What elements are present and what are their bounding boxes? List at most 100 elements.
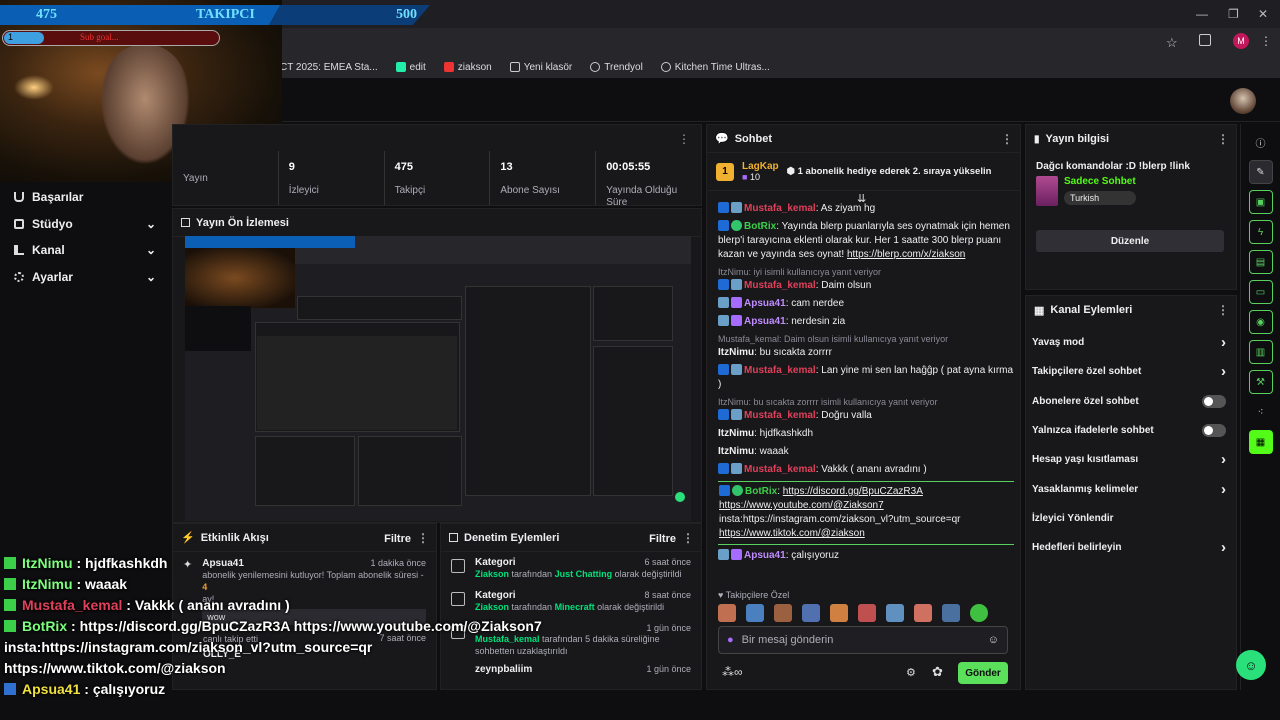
lightning-icon: ⚡ [181, 532, 195, 544]
chat-username[interactable]: BotRix [745, 486, 777, 497]
chat-link[interactable]: https://www.youtube.com/@Ziakson7 [719, 500, 884, 511]
layout-icon[interactable]: ▥ [1248, 340, 1273, 364]
goal-target: 500 [396, 7, 417, 22]
chat-username[interactable]: Mustafa_kemal [744, 203, 816, 214]
user-avatar[interactable] [1230, 88, 1256, 114]
overlay-text: waaak [85, 576, 128, 592]
extensions-icon[interactable] [1199, 34, 1211, 46]
chat-link[interactable]: https://blerp.com/x/ziakson [847, 249, 965, 260]
stats-menu-icon[interactable]: ⋮ [678, 132, 690, 146]
emote[interactable] [802, 604, 820, 622]
chat-link[interactable]: https://discord.gg/BpuCZazR3A [783, 486, 923, 497]
chat-username[interactable]: Apsua41 [744, 316, 786, 327]
chat-username[interactable]: Mustafa_kemal [744, 365, 816, 376]
activity-filter-button[interactable]: Filtre [384, 533, 411, 545]
panel-title: Yayın bilgisi [1045, 133, 1110, 145]
channel-action-item[interactable]: Yasaklanmış kelimeler › [1026, 474, 1236, 503]
chat-username[interactable]: Apsua41 [744, 550, 786, 561]
bookmark-item[interactable]: Trendyol [590, 62, 643, 73]
chevron-down-icon: ⌄ [145, 269, 156, 284]
chat-menu-icon[interactable]: ⋮ [1001, 132, 1013, 146]
clapper-icon[interactable]: ▦ [1248, 430, 1273, 454]
emote[interactable] [886, 604, 904, 622]
mic-icon[interactable]: ● [727, 634, 734, 646]
sidebar-item-channel[interactable]: Kanal ⌄ [0, 237, 170, 264]
chat-username[interactable]: Mustafa_kemal [744, 464, 816, 475]
stream-preview-video[interactable] [185, 236, 691, 521]
toggle-switch[interactable] [1202, 394, 1226, 408]
sword-badge-icon [718, 297, 729, 308]
grid-icon[interactable]: ▣ [1248, 190, 1273, 214]
emote[interactable] [858, 604, 876, 622]
stream-category[interactable]: Sadece Sohbet [1064, 176, 1136, 187]
pencil-icon[interactable]: ✎ [1248, 160, 1273, 184]
panel-title: Sohbet [734, 132, 772, 145]
sidebar-item-achievements[interactable]: Başarılar [0, 184, 170, 211]
broadcast-icon[interactable]: ◉ [1248, 310, 1273, 334]
points-icon[interactable]: ⁂∞ [722, 665, 743, 679]
stat-label: Takipçi [394, 185, 426, 196]
activity-menu-icon[interactable]: ⋮ [417, 531, 429, 545]
sidebar-item-studio[interactable]: Stüdyo ⌄ [0, 211, 170, 238]
toggle-switch[interactable] [1202, 424, 1226, 438]
maximize-button[interactable]: ❐ [1228, 7, 1239, 21]
wrench-icon[interactable]: ⚒ [1248, 370, 1273, 394]
emote[interactable] [746, 604, 764, 622]
bookmark-item[interactable]: CT 2025: EMEA Sta... [280, 62, 378, 73]
channel-action-item[interactable]: Yalnızca ifadelerle sohbet [1026, 416, 1236, 445]
chat-link[interactable]: https://www.tiktok.com/@ziakson [719, 528, 865, 539]
stat-followers: 475 Takipçi [385, 151, 491, 205]
chat-username[interactable]: ItzNimu [718, 446, 754, 457]
sword-badge-icon [731, 279, 742, 290]
channel-actions-menu-icon[interactable]: ⋮ [1217, 303, 1229, 317]
chat-username[interactable]: Apsua41 [744, 298, 786, 309]
emote[interactable] [970, 604, 988, 622]
sidebar-item-settings[interactable]: Ayarlar ⌄ [0, 264, 170, 291]
channel-action-label: Hesap yaşı kısıtlaması [1032, 454, 1139, 466]
document-icon[interactable]: ▤ [1248, 250, 1273, 274]
minimize-button[interactable]: — [1196, 7, 1208, 21]
menu-icon[interactable]: ⋮ [1260, 34, 1272, 48]
star-icon[interactable]: ☆ [1166, 35, 1178, 51]
bookmark-item[interactable]: edit [395, 62, 426, 73]
emote-picker-icon[interactable]: ✿ [932, 664, 943, 680]
channel-action-item[interactable]: Abonelere özel sohbet [1026, 387, 1236, 416]
channel-action-item[interactable]: Yavaş mod › [1026, 328, 1236, 357]
chat-link[interactable]: insta:https://instagram.com/ziakson_vl?u… [719, 514, 961, 525]
info-icon[interactable]: ⓘ [1249, 130, 1273, 154]
bookmark-item[interactable]: Yeni klasör [509, 62, 572, 73]
channel-action-item[interactable]: Hedefleri belirleyin › [1026, 533, 1236, 562]
send-button[interactable]: Gönder [958, 662, 1008, 684]
chat-username[interactable]: Mustafa_kemal [744, 410, 816, 421]
edit-stream-button[interactable]: Düzenle [1036, 230, 1224, 252]
help-button[interactable]: ☺ [1236, 650, 1266, 680]
emote[interactable] [942, 604, 960, 622]
chat-username[interactable]: BotRix [744, 221, 776, 232]
category-thumbnail[interactable] [1036, 176, 1058, 206]
chat-icon[interactable]: ▭ [1248, 280, 1273, 304]
bookmark-item[interactable]: Kitchen Time Ultras... [660, 62, 770, 73]
dots-icon[interactable]: ⁖ [1249, 400, 1273, 424]
close-button[interactable]: ✕ [1258, 7, 1268, 21]
channel-action-item[interactable]: İzleyici Yönlendir [1026, 504, 1236, 533]
emote[interactable] [718, 604, 736, 622]
profile-avatar[interactable]: M [1233, 33, 1249, 49]
emote[interactable] [774, 604, 792, 622]
chat-input[interactable]: ● Bir mesaj gönderin ☺ [718, 626, 1008, 654]
gear-icon[interactable]: ⚙ [906, 666, 916, 679]
mod-menu-icon[interactable]: ⋮ [682, 531, 694, 545]
channel-action-item[interactable]: Hesap yaşı kısıtlaması › [1026, 445, 1236, 474]
channel-action-item[interactable]: Takipçilere özel sohbet › [1026, 357, 1236, 386]
mod-filter-button[interactable]: Filtre [649, 533, 676, 545]
lightning-icon[interactable]: ϟ [1248, 220, 1273, 244]
emote[interactable] [830, 604, 848, 622]
stream-tag: Turkish [1064, 191, 1136, 205]
emoji-icon[interactable]: ☺ [988, 634, 999, 646]
chat-username[interactable]: ItzNimu [718, 347, 754, 358]
chat-username[interactable]: ItzNimu [718, 428, 754, 439]
bookmark-item[interactable]: ziakson [443, 62, 492, 73]
chat-username[interactable]: Mustafa_kemal [744, 280, 816, 291]
emote[interactable] [914, 604, 932, 622]
pinned-gift-banner[interactable]: 1 LagKap ■ 10 ⬢ 1 abonelik hediye ederek … [708, 153, 1020, 191]
stream-info-menu-icon[interactable]: ⋮ [1217, 132, 1229, 146]
